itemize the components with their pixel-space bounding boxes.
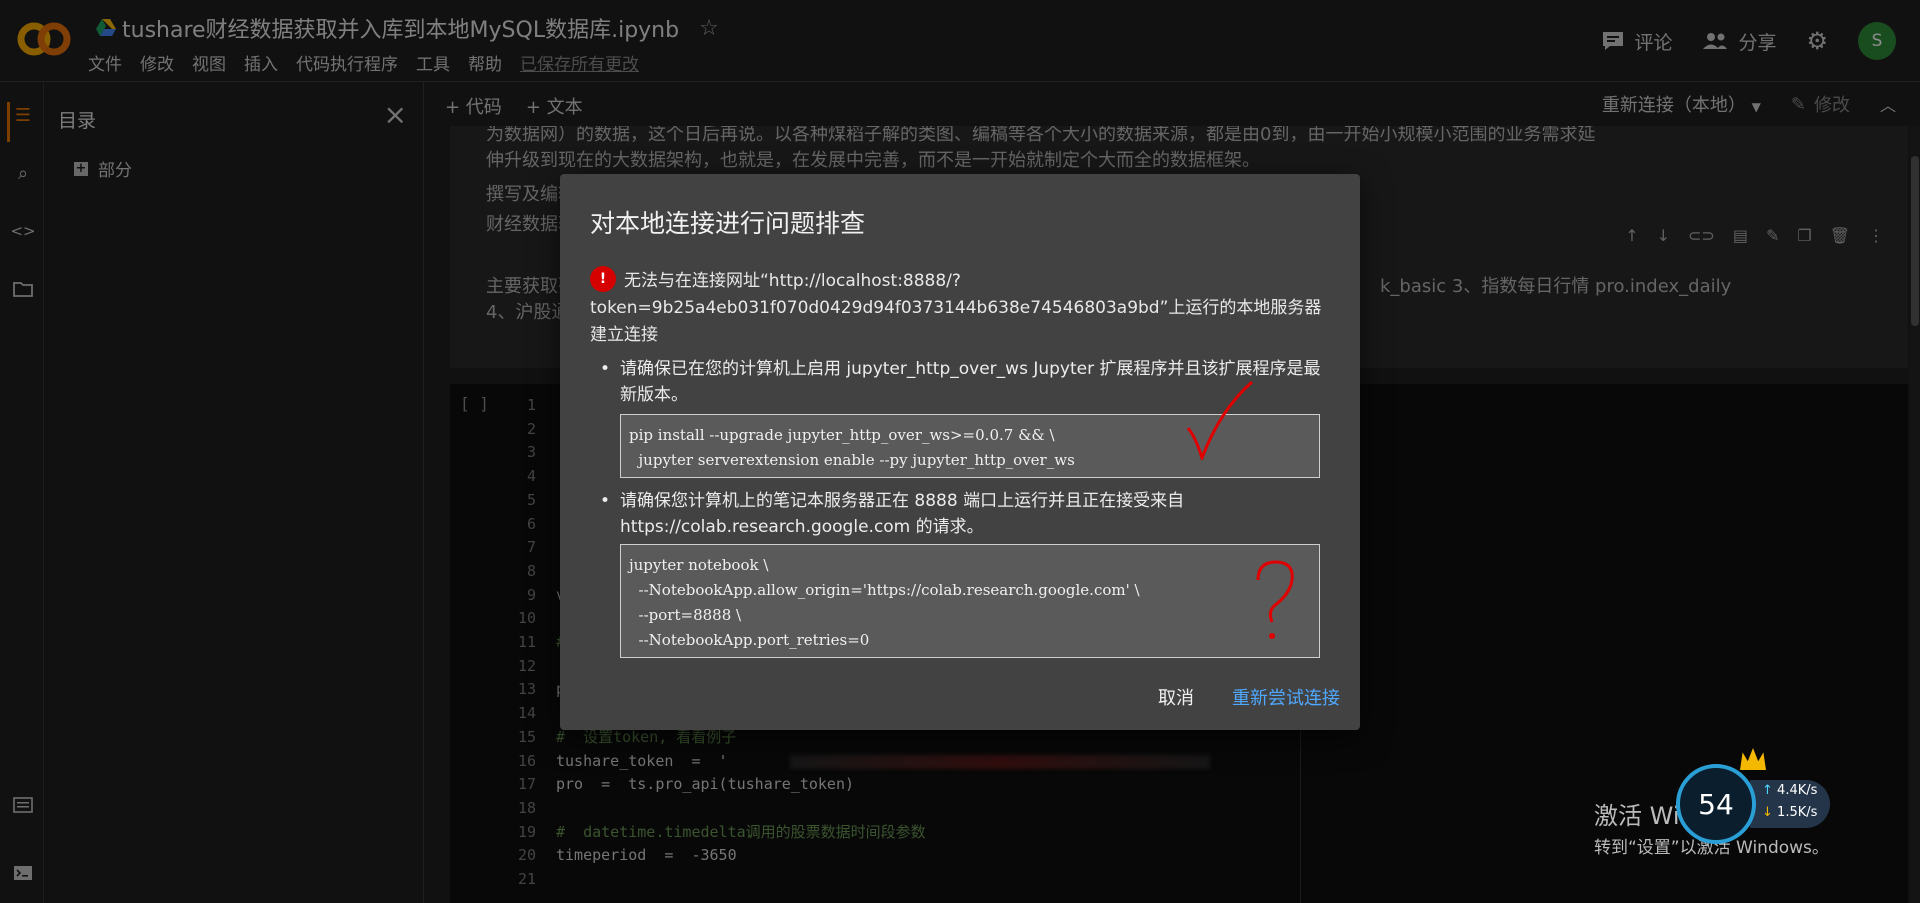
error-message: ! 无法与在连接网址“http://localhost:8888/?token=9… [590,266,1330,349]
dialog-actions: 取消 重新尝试连接 [1158,684,1340,710]
network-speed-widget[interactable]: ↑ 4.4K/s ↓ 1.5K/s 54 [1676,748,1832,844]
error-icon: ! [590,266,616,292]
retry-connection-button[interactable]: 重新尝试连接 [1232,684,1340,710]
cancel-button[interactable]: 取消 [1158,684,1194,710]
download-rate: ↓ 1.5K/s [1762,805,1818,820]
question-mark-annotation [1256,560,1294,639]
error-text: 无法与在连接网址“http://localhost:8888/?token=9b… [590,271,1322,345]
speed-rates: ↑ 4.4K/s ↓ 1.5K/s [1750,780,1830,828]
instruction-bullet-2: 请确保您计算机上的笔记本服务器正在 8888 端口上运行并且正在接受来自 htt… [600,488,1330,540]
speed-percent: 54 [1676,764,1756,844]
dialog-title: 对本地连接进行问题排查 [590,209,866,238]
checkmark-annotation [1186,380,1253,460]
upload-rate: ↑ 4.4K/s [1762,783,1818,798]
notebook-command[interactable]: jupyter notebook \ --NotebookApp.allow_o… [620,544,1320,658]
